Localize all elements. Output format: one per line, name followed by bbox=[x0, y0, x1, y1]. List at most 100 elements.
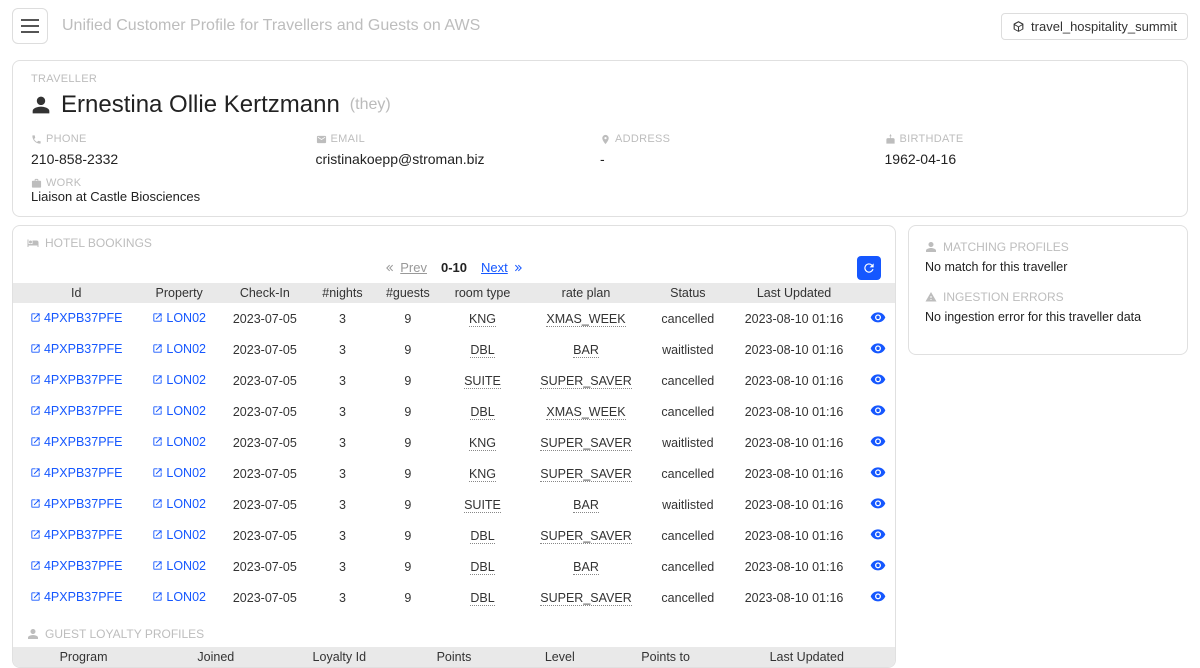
bookings-pager: Prev 0-10 Next bbox=[13, 256, 895, 283]
booking-rate: SUPER_SAVER bbox=[523, 520, 648, 551]
booking-nights: 3 bbox=[311, 520, 374, 551]
traveller-label: TRAVELLER bbox=[31, 73, 1169, 85]
col-actions bbox=[861, 283, 895, 303]
double-chevron-left-icon bbox=[384, 262, 396, 274]
eye-icon bbox=[870, 495, 886, 511]
booking-rate: SUPER_SAVER bbox=[523, 427, 648, 458]
booking-checkin: 2023-07-05 bbox=[219, 551, 311, 582]
booking-view-button[interactable] bbox=[861, 520, 895, 551]
pager-next[interactable]: Next bbox=[481, 260, 524, 275]
booking-id-link[interactable]: 4PXPB37PFE bbox=[13, 365, 139, 396]
booking-property-link[interactable]: LON02 bbox=[139, 551, 218, 582]
booking-updated: 2023-08-10 01:16 bbox=[727, 520, 861, 551]
booking-view-button[interactable] bbox=[861, 427, 895, 458]
booking-view-button[interactable] bbox=[861, 365, 895, 396]
bed-icon bbox=[27, 237, 39, 249]
traveller-card: TRAVELLER Ernestina Ollie Kertzmann (the… bbox=[12, 60, 1188, 217]
booking-view-button[interactable] bbox=[861, 396, 895, 427]
col-room: room type bbox=[442, 283, 524, 303]
booking-property-link[interactable]: LON02 bbox=[139, 520, 218, 551]
menu-button[interactable] bbox=[12, 8, 48, 44]
booking-property-link[interactable]: LON02 bbox=[139, 489, 218, 520]
booking-row: 4PXPB37PFELON022023-07-0539DBLBARwaitlis… bbox=[13, 334, 895, 365]
cake-icon bbox=[885, 134, 896, 145]
booking-view-button[interactable] bbox=[861, 334, 895, 365]
booking-row: 4PXPB37PFELON022023-07-0539SUITEBARwaitl… bbox=[13, 489, 895, 520]
col-property: Property bbox=[139, 283, 218, 303]
booking-view-button[interactable] bbox=[861, 551, 895, 582]
booking-updated: 2023-08-10 01:16 bbox=[727, 489, 861, 520]
booking-rate: BAR bbox=[523, 551, 648, 582]
bookings-section-label: HOTEL BOOKINGS bbox=[13, 236, 895, 250]
booking-nights: 3 bbox=[311, 396, 374, 427]
lcol-program: Program bbox=[13, 647, 154, 667]
booking-room: SUITE bbox=[442, 365, 524, 396]
booking-checkin: 2023-07-05 bbox=[219, 582, 311, 613]
booking-property-link[interactable]: LON02 bbox=[139, 396, 218, 427]
matching-label: MATCHING PROFILES bbox=[925, 240, 1171, 254]
booking-id-link[interactable]: 4PXPB37PFE bbox=[13, 334, 139, 365]
booking-checkin: 2023-07-05 bbox=[219, 520, 311, 551]
eye-icon bbox=[870, 402, 886, 418]
booking-updated: 2023-08-10 01:16 bbox=[727, 303, 861, 334]
booking-updated: 2023-08-10 01:16 bbox=[727, 365, 861, 396]
booking-id-link[interactable]: 4PXPB37PFE bbox=[13, 582, 139, 613]
bookings-table: Id Property Check-In #nights #guests roo… bbox=[13, 283, 895, 613]
app-title: Unified Customer Profile for Travellers … bbox=[62, 17, 480, 35]
booking-rate: BAR bbox=[523, 334, 648, 365]
booking-property-link[interactable]: LON02 bbox=[139, 334, 218, 365]
booking-id-link[interactable]: 4PXPB37PFE bbox=[13, 489, 139, 520]
booking-room: DBL bbox=[442, 396, 524, 427]
booking-updated: 2023-08-10 01:16 bbox=[727, 551, 861, 582]
booking-view-button[interactable] bbox=[861, 582, 895, 613]
booking-nights: 3 bbox=[311, 427, 374, 458]
booking-id-link[interactable]: 4PXPB37PFE bbox=[13, 551, 139, 582]
eye-icon bbox=[870, 371, 886, 387]
booking-checkin: 2023-07-05 bbox=[219, 365, 311, 396]
environment-selector[interactable]: travel_hospitality_summit bbox=[1001, 13, 1188, 40]
booking-id-link[interactable]: 4PXPB37PFE bbox=[13, 303, 139, 334]
loyalty-table: Program Joined Loyalty Id Points Level P… bbox=[13, 647, 895, 667]
booking-view-button[interactable] bbox=[861, 303, 895, 334]
booking-property-link[interactable]: LON02 bbox=[139, 427, 218, 458]
col-id: Id bbox=[13, 283, 139, 303]
environment-name: travel_hospitality_summit bbox=[1031, 19, 1177, 34]
booking-property-link[interactable]: LON02 bbox=[139, 365, 218, 396]
booking-row: 4PXPB37PFELON022023-07-0539KNGXMAS_WEEKc… bbox=[13, 303, 895, 334]
booking-view-button[interactable] bbox=[861, 458, 895, 489]
booking-checkin: 2023-07-05 bbox=[219, 489, 311, 520]
pager-range: 0-10 bbox=[441, 260, 467, 275]
booking-row: 4PXPB37PFELON022023-07-0539DBLSUPER_SAVE… bbox=[13, 582, 895, 613]
pager-prev[interactable]: Prev bbox=[384, 260, 427, 275]
booking-row: 4PXPB37PFELON022023-07-0539DBLSUPER_SAVE… bbox=[13, 520, 895, 551]
booking-property-link[interactable]: LON02 bbox=[139, 303, 218, 334]
booking-nights: 3 bbox=[311, 365, 374, 396]
double-chevron-right-icon bbox=[512, 262, 524, 274]
booking-guests: 9 bbox=[374, 458, 442, 489]
booking-id-link[interactable]: 4PXPB37PFE bbox=[13, 458, 139, 489]
refresh-icon bbox=[862, 261, 876, 275]
lcol-points-to: Points to bbox=[613, 647, 719, 667]
work-value: Liaison at Castle Biosciences bbox=[31, 189, 1169, 204]
booking-id-link[interactable]: 4PXPB37PFE bbox=[13, 427, 139, 458]
pin-icon bbox=[600, 134, 611, 145]
booking-property-link[interactable]: LON02 bbox=[139, 458, 218, 489]
refresh-button[interactable] bbox=[857, 256, 881, 280]
lcol-joined: Joined bbox=[154, 647, 277, 667]
booking-id-link[interactable]: 4PXPB37PFE bbox=[13, 396, 139, 427]
booking-nights: 3 bbox=[311, 582, 374, 613]
eye-icon bbox=[870, 588, 886, 604]
booking-rate: SUPER_SAVER bbox=[523, 365, 648, 396]
traveller-name: Ernestina Ollie Kertzmann bbox=[61, 91, 340, 119]
booking-nights: 3 bbox=[311, 334, 374, 365]
booking-row: 4PXPB37PFELON022023-07-0539KNGSUPER_SAVE… bbox=[13, 427, 895, 458]
ingestion-label: INGESTION ERRORS bbox=[925, 290, 1171, 304]
booking-id-link[interactable]: 4PXPB37PFE bbox=[13, 520, 139, 551]
address-value: - bbox=[600, 151, 885, 167]
booking-view-button[interactable] bbox=[861, 489, 895, 520]
booking-property-link[interactable]: LON02 bbox=[139, 582, 218, 613]
booking-status: cancelled bbox=[649, 365, 727, 396]
booking-row: 4PXPB37PFELON022023-07-0539KNGSUPER_SAVE… bbox=[13, 458, 895, 489]
warning-icon bbox=[925, 291, 937, 303]
booking-updated: 2023-08-10 01:16 bbox=[727, 396, 861, 427]
